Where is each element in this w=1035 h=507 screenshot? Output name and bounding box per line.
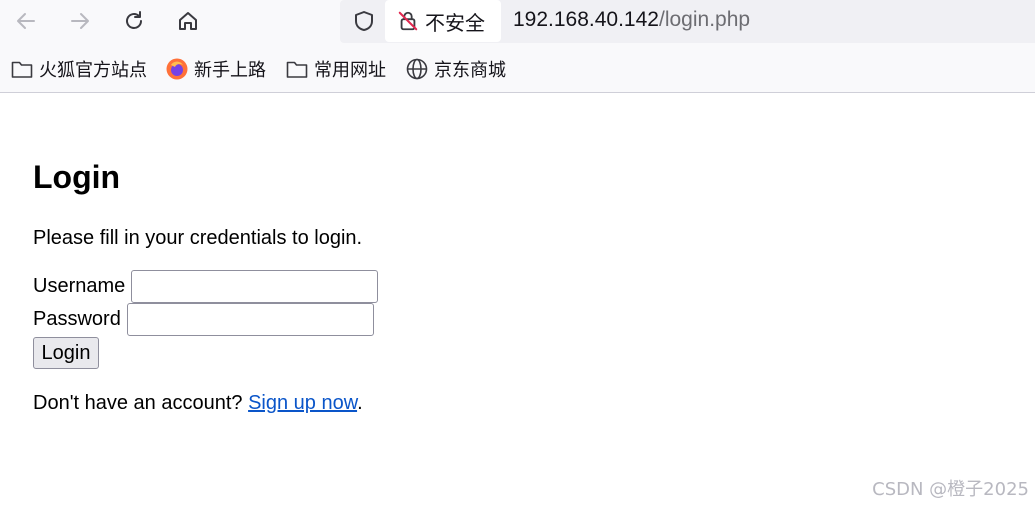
bookmark-item-firefox-site[interactable]: 火狐官方站点 bbox=[10, 57, 147, 81]
page-content: Login Please fill in your credentials to… bbox=[0, 94, 1035, 507]
signup-text: Don't have an account? Sign up now. bbox=[33, 392, 363, 415]
password-row: Password bbox=[33, 303, 374, 336]
url-path: /login.php bbox=[658, 8, 751, 31]
password-field[interactable] bbox=[126, 303, 374, 336]
login-button[interactable]: Login bbox=[33, 337, 99, 369]
bookmarks-bar: 火狐官方站点 新手上路 常用网址 京东商城 bbox=[0, 43, 1035, 93]
forward-icon[interactable] bbox=[64, 5, 96, 37]
page-title: Login bbox=[33, 159, 121, 195]
password-label: Password bbox=[33, 308, 121, 330]
bookmark-label: 常用网址 bbox=[314, 60, 386, 81]
signup-suffix: . bbox=[357, 392, 363, 414]
bookmark-item-common-sites[interactable]: 常用网址 bbox=[285, 57, 386, 81]
insecure-label: 不安全 bbox=[425, 10, 485, 35]
username-field[interactable] bbox=[131, 270, 379, 303]
shield-icon[interactable] bbox=[349, 6, 379, 36]
bookmark-label: 火狐官方站点 bbox=[39, 60, 147, 81]
username-row: Username bbox=[33, 270, 379, 303]
insecure-lock-icon bbox=[397, 10, 419, 32]
insecure-indicator[interactable]: 不安全 bbox=[385, 0, 501, 42]
reload-icon[interactable] bbox=[118, 5, 150, 37]
signup-link[interactable]: Sign up now bbox=[248, 392, 357, 414]
watermark: CSDN @橙子2025 bbox=[872, 479, 1029, 500]
intro-text: Please fill in your credentials to login… bbox=[33, 227, 363, 249]
firefox-icon bbox=[165, 57, 189, 81]
globe-icon bbox=[405, 57, 429, 81]
back-icon[interactable] bbox=[10, 5, 42, 37]
signup-prefix: Don't have an account? bbox=[33, 392, 249, 414]
bookmark-item-jd[interactable]: 京东商城 bbox=[405, 57, 506, 81]
browser-toolbar: 不安全 192.168.40.142/login.php bbox=[0, 0, 1035, 43]
bookmark-label: 京东商城 bbox=[434, 60, 506, 81]
bookmark-item-getting-started[interactable]: 新手上路 bbox=[165, 57, 266, 81]
folder-icon bbox=[285, 57, 309, 81]
folder-icon bbox=[10, 57, 34, 81]
username-label: Username bbox=[33, 275, 126, 297]
home-icon[interactable] bbox=[172, 5, 204, 37]
url-host: 192.168.40.142 bbox=[513, 8, 659, 31]
url-text[interactable]: 192.168.40.142/login.php bbox=[513, 8, 750, 32]
bookmark-label: 新手上路 bbox=[194, 60, 266, 81]
